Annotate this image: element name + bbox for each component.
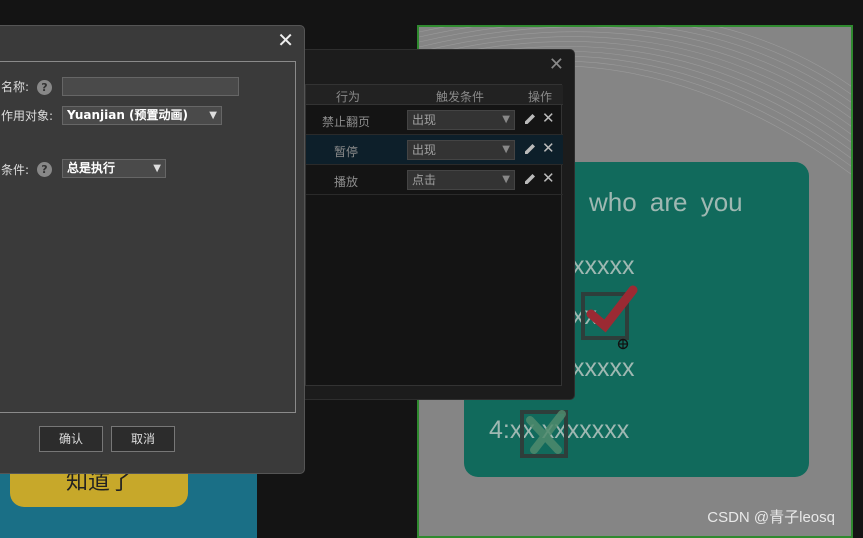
row-action: 暂停 (333, 145, 358, 159)
help-icon[interactable]: ? (37, 80, 52, 95)
close-icon[interactable]: ✕ (549, 54, 564, 75)
condition-value: 出现 (412, 143, 437, 157)
name-label: 名称: (1, 80, 30, 94)
option-3[interactable]: xxxxx (572, 354, 635, 383)
column-condition: 触发条件 (436, 90, 485, 104)
target-label: 作用对象: (1, 109, 54, 123)
table-row[interactable]: 禁止翻页 出现 ▼ ✕ (306, 105, 563, 135)
pencil-icon[interactable] (522, 141, 538, 157)
cross-mark-icon (526, 410, 566, 454)
condition-select[interactable]: 出现 ▼ (407, 110, 515, 130)
delete-icon[interactable]: ✕ (542, 139, 555, 157)
row-action: 播放 (333, 175, 358, 189)
name-input[interactable] (62, 77, 239, 96)
chevron-down-icon: ▼ (502, 114, 510, 125)
pencil-icon[interactable] (522, 171, 538, 187)
target-select[interactable]: Yuanjian (预置动画) ▼ (62, 106, 222, 125)
checkbox-checked-red[interactable] (581, 285, 638, 350)
check-mark-icon (586, 285, 638, 333)
column-ops: 操作 (528, 90, 553, 104)
condition-value: 出现 (412, 113, 437, 127)
chevron-down-icon: ▼ (209, 110, 217, 121)
cancel-button[interactable]: 取消 (111, 426, 175, 452)
condition-select[interactable]: 出现 ▼ (407, 140, 515, 160)
confirm-button[interactable]: 确认 (39, 426, 103, 452)
condition-select[interactable]: 总是执行 ▼ (62, 159, 166, 178)
checkbox-unchecked[interactable] (520, 410, 568, 458)
target-value: Yuanjian (预置动画) (67, 108, 189, 122)
trigger-table: 行为 触发条件 操作 禁止翻页 出现 ▼ ✕ 暂停 出现 ▼ ✕ 播放 点击 ▼… (305, 84, 563, 386)
table-row[interactable]: 播放 点击 ▼ ✕ (306, 165, 563, 195)
close-icon[interactable]: ✕ (277, 28, 294, 52)
condition-value: 点击 (412, 173, 437, 187)
help-icon[interactable]: ? (37, 162, 52, 177)
chevron-down-icon: ▼ (502, 174, 510, 185)
move-handle-icon[interactable] (617, 338, 629, 350)
option-1[interactable]: xxxxx (572, 252, 635, 281)
delete-icon[interactable]: ✕ (542, 169, 555, 187)
watermark: CSDN @青子leosq (707, 509, 835, 526)
trigger-list-dialog: ✕ 行为 触发条件 操作 禁止翻页 出现 ▼ ✕ 暂停 出现 ▼ ✕ 播放 点击… (296, 49, 575, 400)
column-action: 行为 (336, 90, 361, 104)
pencil-icon[interactable] (522, 111, 538, 127)
row-action: 禁止翻页 (321, 115, 370, 129)
table-header: 行为 触发条件 操作 (306, 85, 563, 105)
edit-trigger-dialog: ✕ 名称: ? 作用对象: Yuanjian (预置动画) ▼ 条件: ? 总是… (0, 25, 305, 474)
question-text: who are you (589, 187, 743, 217)
table-row[interactable]: 暂停 出现 ▼ ✕ (306, 135, 563, 165)
chevron-down-icon: ▼ (153, 163, 161, 174)
condition-value: 总是执行 (67, 161, 116, 175)
condition-label: 条件: (1, 163, 30, 177)
chevron-down-icon: ▼ (502, 144, 510, 155)
condition-select[interactable]: 点击 ▼ (407, 170, 515, 190)
delete-icon[interactable]: ✕ (542, 109, 555, 127)
